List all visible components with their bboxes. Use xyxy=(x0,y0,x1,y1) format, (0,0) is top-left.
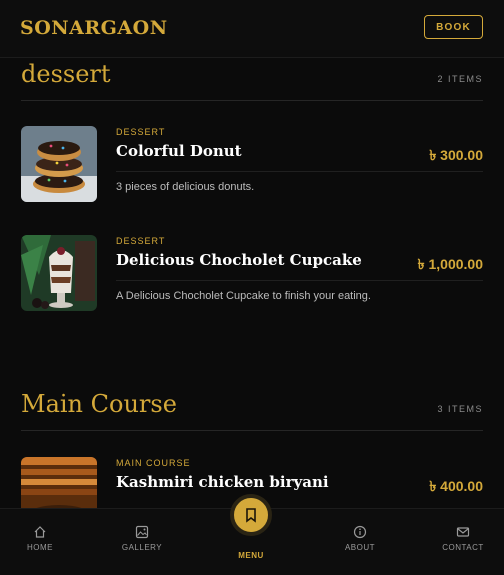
item-price: ৳ 400.00 xyxy=(429,478,483,494)
nav-label: HOME xyxy=(27,543,53,552)
item-name[interactable]: Colorful Donut xyxy=(116,142,242,160)
item-name[interactable]: Delicious Chocholet Cupcake xyxy=(116,251,362,269)
item-divider xyxy=(116,171,483,172)
nav-gallery[interactable]: GALLERY xyxy=(107,525,177,552)
menu-item-colorful-donut[interactable]: DESSERT Colorful Donut ৳ 300.00 3 pieces… xyxy=(21,126,483,206)
section-title-dessert: dessert xyxy=(21,60,111,88)
bottom-navigation: HOME GALLERY MENU ABOUT CONTACT xyxy=(0,494,504,575)
item-price: ৳ 1,000.00 xyxy=(417,256,483,272)
menu-content[interactable]: dessert 2 ITEMS DESSERT Colorful Donut ৳… xyxy=(0,58,504,508)
brand-logo[interactable]: SONARGAON xyxy=(20,17,168,39)
item-description: A Delicious Chocholet Cupcake to finish … xyxy=(116,290,371,302)
nav-contact[interactable]: CONTACT xyxy=(428,525,498,552)
nav-label: GALLERY xyxy=(121,543,163,552)
item-category: DESSERT xyxy=(116,127,166,137)
item-name[interactable]: Kashmiri chicken biryani xyxy=(116,473,329,491)
site-header: SONARGAON BOOK xyxy=(0,0,504,58)
nav-home[interactable]: HOME xyxy=(5,525,75,552)
nav-about[interactable]: ABOUT xyxy=(325,525,395,552)
biryani-image xyxy=(21,457,97,508)
item-divider xyxy=(116,280,483,281)
item-description: 3 pieces of delicious donuts. xyxy=(116,181,255,193)
nav-label: CONTACT xyxy=(442,543,484,552)
item-category: DESSERT xyxy=(116,236,166,246)
section-divider xyxy=(21,100,483,101)
gallery-icon xyxy=(135,525,149,539)
mail-icon xyxy=(456,527,470,537)
cupcake-image xyxy=(21,235,97,311)
menu-item-chocolate-cupcake[interactable]: DESSERT Delicious Chocholet Cupcake ৳ 1,… xyxy=(21,235,483,315)
menu-button[interactable] xyxy=(230,494,272,536)
nav-label-menu[interactable]: MENU xyxy=(221,551,281,560)
item-price: ৳ 300.00 xyxy=(429,147,483,163)
book-button[interactable]: BOOK xyxy=(424,15,483,39)
section-count-dessert: 2 ITEMS xyxy=(437,74,483,84)
item-category: MAIN COURSE xyxy=(116,458,191,468)
menu-icon xyxy=(246,508,256,523)
info-icon xyxy=(353,525,367,539)
section-title-main-course: Main Course xyxy=(21,390,177,418)
home-icon xyxy=(34,526,46,538)
nav-label: ABOUT xyxy=(344,543,376,552)
section-count-main-course: 3 ITEMS xyxy=(437,404,483,414)
donut-image xyxy=(21,126,97,202)
section-divider xyxy=(21,430,483,431)
